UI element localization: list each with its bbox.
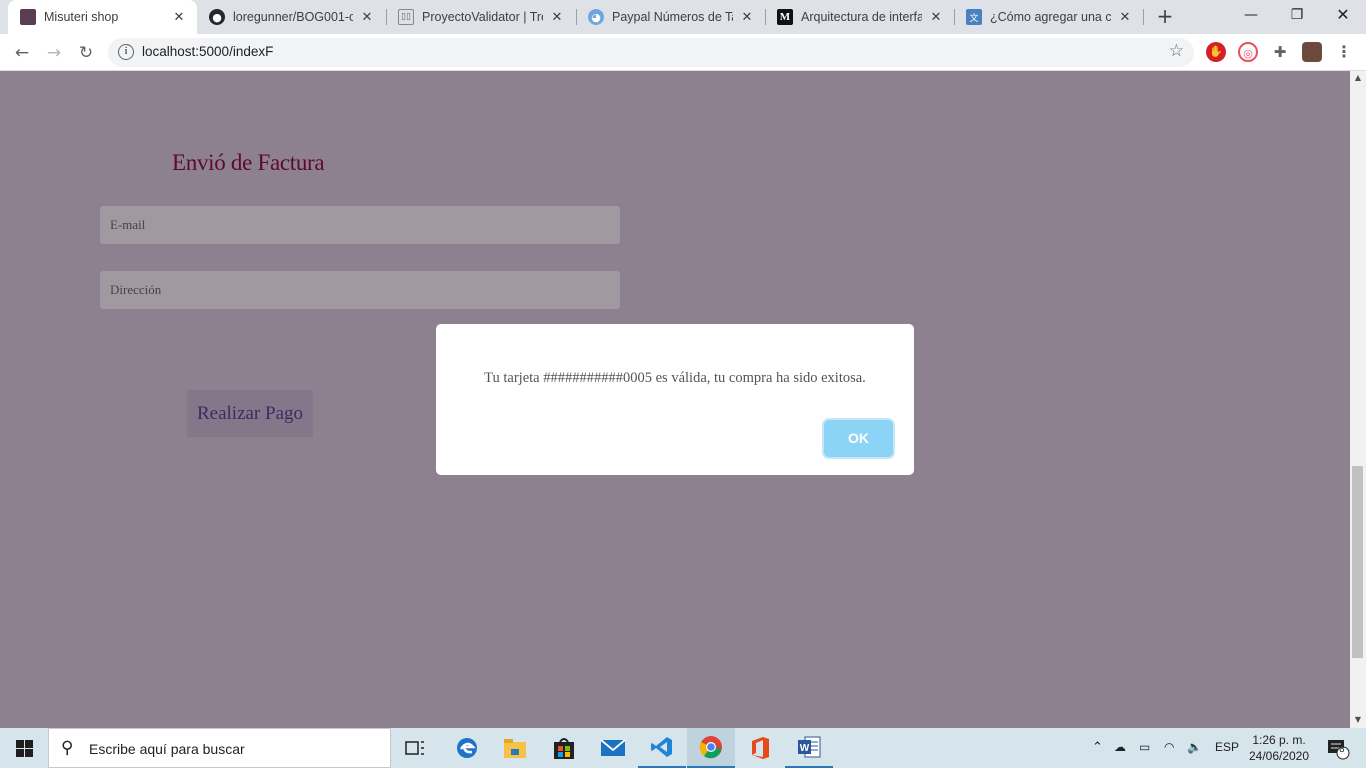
minimize-icon[interactable]: —: [1228, 0, 1274, 30]
alert-message: Tu tarjeta ###########0005 es válida, tu…: [484, 370, 866, 386]
new-tab-icon[interactable]: +: [1154, 5, 1176, 27]
tab-label: ¿Cómo agregar una cap: [990, 10, 1111, 24]
browser-toolbar: ← → ↻ i localhost:5000/indexF ☆ ✋ ◎ ✚ ⋮: [0, 34, 1366, 71]
close-tab-icon[interactable]: ✕: [928, 10, 944, 25]
tray-chevron-icon[interactable]: ⌃: [1092, 740, 1103, 755]
close-tab-icon[interactable]: ✕: [171, 10, 187, 25]
forward-icon[interactable]: →: [41, 40, 67, 66]
lastpass-extension-icon[interactable]: ◎: [1238, 42, 1258, 62]
system-clock[interactable]: 1:26 p. m. 24/06/2020: [1244, 732, 1314, 764]
tab-misuteri-shop[interactable]: Misuteri shop ✕: [8, 0, 197, 34]
alert-dialog: Tu tarjeta ###########0005 es válida, tu…: [436, 324, 914, 475]
close-tab-icon[interactable]: ✕: [739, 10, 755, 25]
start-button[interactable]: [0, 728, 48, 768]
address-bar[interactable]: i localhost:5000/indexF ☆: [108, 38, 1194, 67]
notification-count: 8: [1339, 745, 1345, 755]
svg-text:W: W: [800, 743, 810, 754]
medium-icon: M: [777, 9, 793, 25]
battery-icon[interactable]: ▭: [1139, 740, 1150, 754]
address-field[interactable]: Dirección: [100, 271, 620, 309]
windows-taskbar: ⚲ Escribe aquí para buscar W ⌃ ☁ ▭ ◠ 🔈 E…: [0, 728, 1366, 768]
clock-time: 1:26 p. m.: [1252, 733, 1306, 747]
office-icon[interactable]: [736, 728, 784, 768]
edge-icon[interactable]: [443, 728, 491, 768]
extensions-puzzle-icon[interactable]: ✚: [1270, 42, 1290, 62]
reload-icon[interactable]: ↻: [73, 40, 99, 66]
wifi-icon[interactable]: ◠: [1164, 740, 1174, 754]
tab-label: ProyectoValidator | Trell: [422, 10, 543, 24]
tab-label: Misuteri shop: [44, 10, 119, 24]
clock-date: 24/06/2020: [1248, 749, 1310, 763]
paypal-icon: ◕: [588, 9, 604, 25]
menu-kebab-icon[interactable]: ⋮: [1334, 42, 1354, 62]
tab-label: Paypal Números de Tarj: [612, 10, 733, 24]
close-tab-icon[interactable]: ✕: [1117, 10, 1133, 25]
store-icon[interactable]: [540, 728, 588, 768]
search-placeholder: Escribe aquí para buscar: [89, 741, 245, 757]
github-icon: ●: [209, 9, 225, 25]
tab-label: Arquitectura de interfac: [801, 10, 922, 24]
windows-logo-icon: [15, 739, 33, 757]
page-title: Envió de Factura: [172, 150, 325, 175]
mail-icon[interactable]: [589, 728, 637, 768]
language-indicator[interactable]: ESP: [1215, 740, 1239, 754]
trello-icon: ▯▯: [398, 9, 414, 25]
tab-label: loregunner/BOG001-ca: [233, 10, 353, 24]
window-close-icon[interactable]: ✕: [1320, 0, 1366, 30]
file-explorer-icon[interactable]: [491, 728, 539, 768]
tab-strip: Misuteri shop ✕ ● loregunner/BOG001-ca ✕…: [0, 0, 1366, 34]
scroll-down-icon[interactable]: ▼: [1350, 713, 1366, 727]
back-icon[interactable]: ←: [9, 40, 35, 66]
tab-translate[interactable]: 文 ¿Cómo agregar una cap ✕: [954, 0, 1143, 34]
volume-icon[interactable]: 🔈: [1187, 740, 1202, 754]
tab-medium[interactable]: M Arquitectura de interfac ✕: [765, 0, 954, 34]
tab-github[interactable]: ● loregunner/BOG001-ca ✕: [197, 0, 385, 34]
bookmark-star-icon[interactable]: ☆: [1169, 41, 1184, 61]
onedrive-icon[interactable]: ☁: [1114, 740, 1126, 754]
scroll-up-icon[interactable]: ▲: [1350, 71, 1366, 85]
site-info-icon[interactable]: i: [118, 44, 134, 60]
tab-trello[interactable]: ▯▯ ProyectoValidator | Trell ✕: [386, 0, 575, 34]
shop-favicon-icon: [20, 9, 36, 25]
email-field[interactable]: E-mail: [100, 206, 620, 244]
translate-icon: 文: [966, 9, 982, 25]
tab-separator: [1143, 9, 1144, 25]
taskbar-search[interactable]: ⚲ Escribe aquí para buscar: [48, 728, 391, 768]
ok-button[interactable]: OK: [824, 420, 893, 457]
profile-avatar[interactable]: [1302, 42, 1322, 62]
notification-center-icon[interactable]: 8: [1318, 728, 1358, 768]
word-icon[interactable]: W: [785, 728, 833, 768]
close-tab-icon[interactable]: ✕: [549, 10, 565, 25]
pay-button[interactable]: Realizar Pago: [187, 390, 313, 437]
task-view-icon[interactable]: [391, 728, 439, 768]
vscode-icon[interactable]: [638, 728, 686, 768]
tab-paypal[interactable]: ◕ Paypal Números de Tarj ✕: [576, 0, 765, 34]
chrome-icon[interactable]: [687, 728, 735, 768]
scroll-thumb[interactable]: [1352, 466, 1363, 658]
restore-icon[interactable]: ❐: [1274, 0, 1320, 30]
adblock-extension-icon[interactable]: ✋: [1206, 42, 1226, 62]
search-icon: ⚲: [61, 738, 74, 758]
close-tab-icon[interactable]: ✕: [359, 10, 375, 25]
url-text[interactable]: localhost:5000/indexF: [142, 44, 273, 59]
